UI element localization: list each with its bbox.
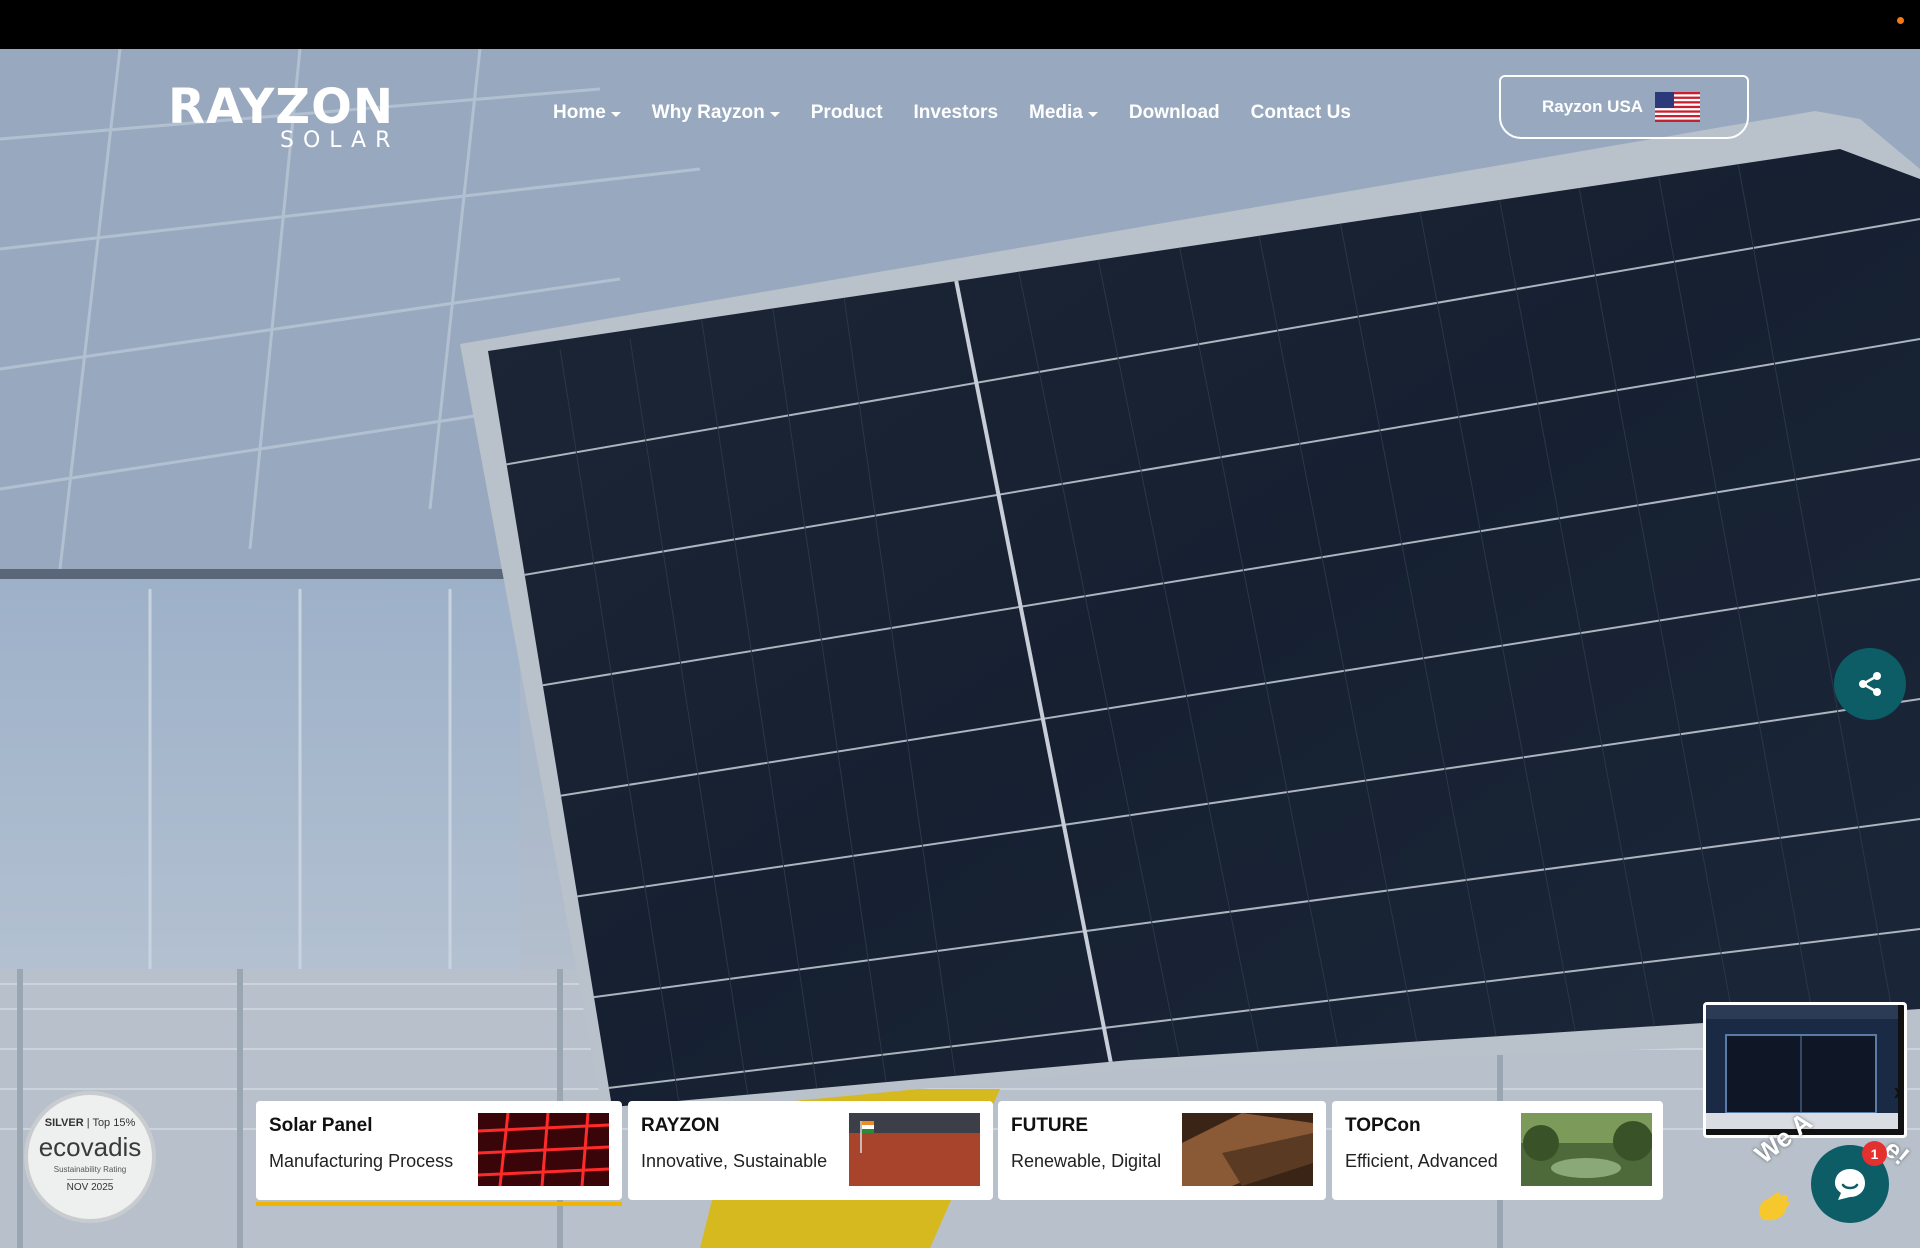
badge-date: NOV 2025 [66, 1179, 114, 1193]
nav-item-product[interactable]: Product [811, 102, 883, 124]
slide-card-future[interactable]: FUTURE Renewable, Digital [998, 1101, 1326, 1200]
share-icon [1859, 672, 1881, 696]
waving-hand-icon [1759, 1192, 1790, 1221]
caret-down-icon [1087, 111, 1098, 117]
slide-title: RAYZON [641, 1115, 720, 1136]
slide-card-topcon[interactable]: TOPCon Efficient, Advanced [1332, 1101, 1663, 1200]
slide-title: TOPCon [1345, 1115, 1421, 1136]
slide-subtitle: Efficient, Advanced [1345, 1151, 1498, 1171]
region-selector-button[interactable]: Rayzon USA [1499, 75, 1749, 139]
nav-item-contact-us[interactable]: Contact Us [1251, 102, 1351, 124]
nav-item-investors[interactable]: Investors [914, 102, 998, 124]
badge-rank-value: Top 15% [92, 1117, 136, 1129]
caret-down-icon [769, 111, 780, 117]
rayzon-logo[interactable]: RAYZON SOLAR [168, 79, 400, 153]
badge-level: SILVER [44, 1117, 84, 1129]
nav-item-label: Download [1128, 102, 1220, 123]
status-dot [1897, 17, 1904, 24]
us-flag-icon [1655, 92, 1701, 122]
nav-item-label: Product [810, 102, 883, 123]
logo-wordmark: RAYZON [168, 79, 395, 135]
nav-item-label: Contact Us [1250, 102, 1351, 123]
caret-down-icon [610, 111, 621, 117]
badge-brand: ecovadis [38, 1132, 142, 1162]
badge-rating-label: Sustainability Rating [53, 1165, 127, 1174]
slide-thumbnail [1182, 1113, 1313, 1186]
hero-background-image [0, 49, 1920, 1248]
slide-thumbnail [1521, 1113, 1652, 1186]
nav-item-label: Why Rayzon [651, 102, 765, 123]
ecovadis-badge[interactable]: SILVER | Top 15% ecovadis Sustainability… [24, 1091, 156, 1223]
nav-item-why-rayzon[interactable]: Why Rayzon [652, 102, 780, 124]
nav-item-label: Investors [913, 102, 999, 123]
slide-card-rayzon[interactable]: RAYZON Innovative, Sustainable [628, 1101, 993, 1200]
main-nav: Home Why Rayzon Product Investors Media … [553, 95, 1382, 131]
nav-item-label: Home [553, 102, 606, 123]
slide-progress-bar [256, 1202, 622, 1206]
hero-video: RAYZON SOLAR Home Why Rayzon Product Inv… [0, 49, 1920, 1248]
slide-thumbnail [849, 1113, 980, 1186]
region-label: Rayzon USA [1542, 97, 1644, 116]
logo-tagline: SOLAR [280, 128, 400, 153]
nav-item-media[interactable]: Media [1029, 102, 1098, 124]
chat-bubble-icon [1835, 1169, 1865, 1200]
top-bar [0, 0, 1920, 49]
share-button[interactable] [1834, 648, 1906, 720]
nav-item-label: Media [1029, 102, 1083, 123]
slide-subtitle: Renewable, Digital [1011, 1151, 1162, 1171]
badge-rank: SILVER | Top 15% [44, 1117, 136, 1129]
nav-item-download[interactable]: Download [1129, 102, 1220, 124]
video-close-icon[interactable]: x [1894, 1082, 1904, 1103]
slide-title: FUTURE [1011, 1115, 1089, 1136]
chat-notification-badge: 1 [1862, 1141, 1887, 1166]
slide-title: Solar Panel [269, 1115, 373, 1136]
slide-subtitle: Innovative, Sustainable [641, 1151, 828, 1171]
slide-subtitle: Manufacturing Process [269, 1151, 454, 1171]
slide-thumbnail [478, 1113, 609, 1186]
nav-item-home[interactable]: Home [553, 102, 621, 124]
slide-card-solar-panel[interactable]: Solar Panel Manufacturing Process [256, 1101, 622, 1206]
